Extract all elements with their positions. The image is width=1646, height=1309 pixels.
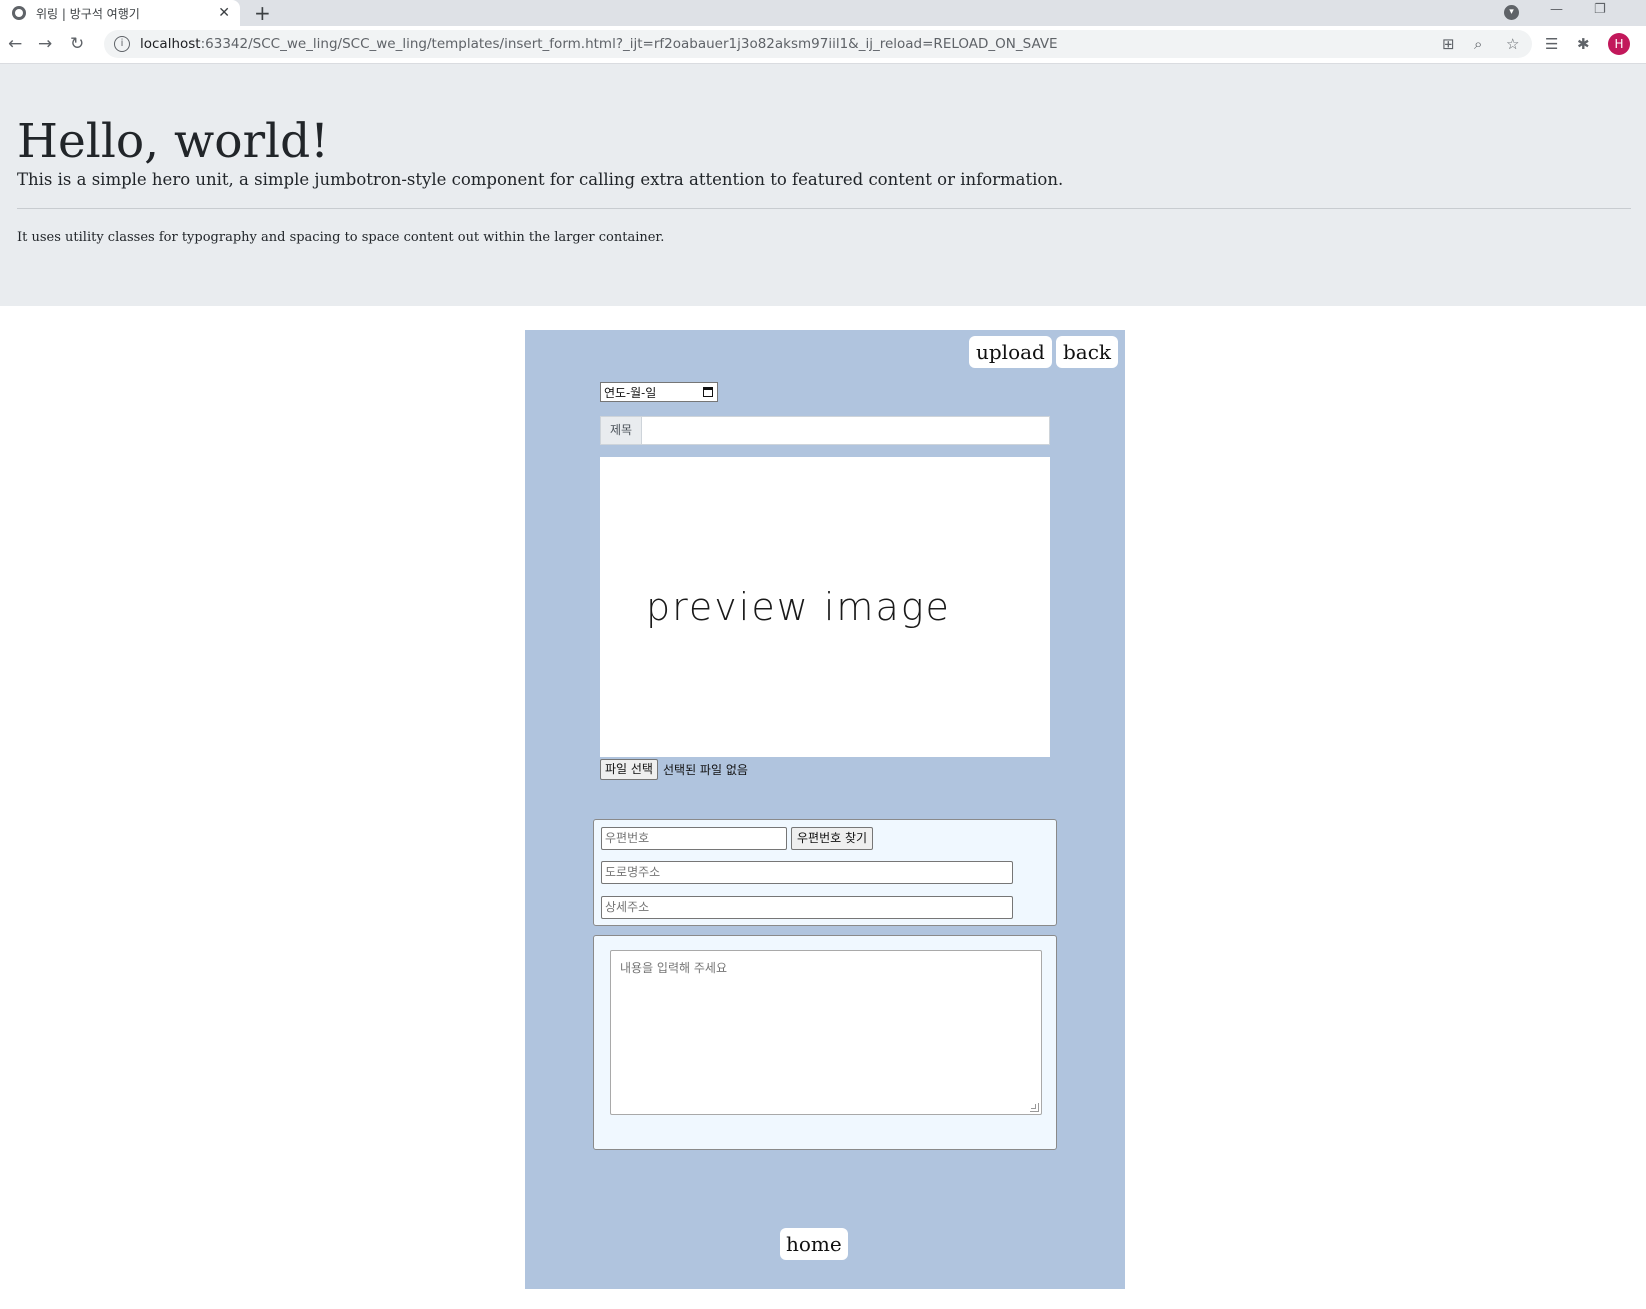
hero-text: It uses utility classes for typography a… — [17, 230, 665, 245]
new-tab-icon[interactable]: + — [254, 1, 271, 25]
back-button[interactable]: back — [1056, 336, 1119, 368]
reload-icon[interactable]: ↻ — [70, 34, 84, 54]
road-address-input[interactable]: 도로명주소 — [601, 861, 1013, 884]
tab-search-icon[interactable]: ▾ — [1504, 5, 1519, 20]
date-placeholder: 연도-월-일 — [604, 385, 657, 400]
content-box: 내용을 입력해 주세요 — [593, 935, 1057, 1150]
bookmark-star-icon[interactable]: ☆ — [1506, 35, 1519, 53]
find-postcode-button[interactable]: 우편번호 찾기 — [791, 827, 874, 850]
title-input-group: 제목 — [600, 416, 1050, 445]
globe-icon — [12, 6, 26, 20]
browser-toolbar: ← → ↻ i localhost:63342/SCC_we_ling/SCC_… — [0, 26, 1646, 64]
date-input[interactable]: 연도-월-일 — [600, 382, 718, 402]
restore-icon[interactable]: ❐ — [1594, 2, 1606, 17]
calendar-icon[interactable] — [703, 387, 713, 397]
content-textarea[interactable]: 내용을 입력해 주세요 — [610, 950, 1042, 1115]
detail-address-input[interactable]: 상세주소 — [601, 896, 1013, 919]
title-input[interactable] — [642, 416, 1050, 445]
jumbotron: Hello, world! This is a simple hero unit… — [0, 64, 1646, 306]
file-status: 선택된 파일 없음 — [662, 762, 748, 777]
browser-tab[interactable]: 위링 | 방구석 여행기 ✕ — [0, 0, 240, 26]
tab-title: 위링 | 방구석 여행기 — [36, 6, 140, 21]
choose-file-button[interactable]: 파일 선택 — [600, 758, 658, 780]
back-arrow-icon[interactable]: ← — [8, 34, 22, 54]
close-tab-icon[interactable]: ✕ — [218, 5, 230, 21]
preview-image-text: preview image — [646, 585, 951, 629]
preview-image: preview image — [600, 457, 1050, 757]
zoom-icon[interactable]: ⌕ — [1474, 35, 1482, 53]
info-icon[interactable]: i — [114, 36, 130, 52]
hero-lead: This is a simple hero unit, a simple jum… — [17, 170, 1064, 189]
extensions-puzzle-icon[interactable]: ✱ — [1577, 35, 1590, 53]
resize-grip-icon[interactable] — [1030, 1103, 1039, 1112]
url-path: :63342/SCC_we_ling/SCC_we_ling/templates… — [200, 36, 1058, 52]
hero-title: Hello, world! — [17, 114, 330, 169]
insert-form-panel: upload back 연도-월-일 제목 preview image 파일 선… — [525, 330, 1125, 1289]
title-addon-label: 제목 — [600, 416, 642, 445]
minimize-icon[interactable]: — — [1550, 2, 1563, 17]
url-bar[interactable]: i localhost:63342/SCC_we_ling/SCC_we_lin… — [104, 30, 1532, 58]
file-input: 파일 선택 선택된 파일 없음 — [600, 758, 748, 780]
address-box: 우편번호 우편번호 찾기 도로명주소 상세주소 — [593, 819, 1057, 926]
url-host: localhost — [140, 36, 201, 52]
browser-tab-bar: 위링 | 방구석 여행기 ✕ + ▾ — ❐ — [0, 0, 1646, 26]
postcode-input[interactable]: 우편번호 — [601, 827, 787, 850]
translate-icon[interactable]: ⊞ — [1442, 35, 1455, 53]
home-button[interactable]: home — [780, 1228, 848, 1260]
content-placeholder: 내용을 입력해 주세요 — [620, 961, 727, 975]
hero-divider — [17, 208, 1631, 209]
upload-button[interactable]: upload — [969, 336, 1052, 368]
forward-arrow-icon[interactable]: → — [38, 34, 52, 54]
url-text: localhost:63342/SCC_we_ling/SCC_we_ling/… — [140, 36, 1058, 52]
profile-avatar[interactable]: H — [1608, 33, 1630, 55]
reading-list-icon[interactable]: ☰ — [1545, 35, 1558, 53]
